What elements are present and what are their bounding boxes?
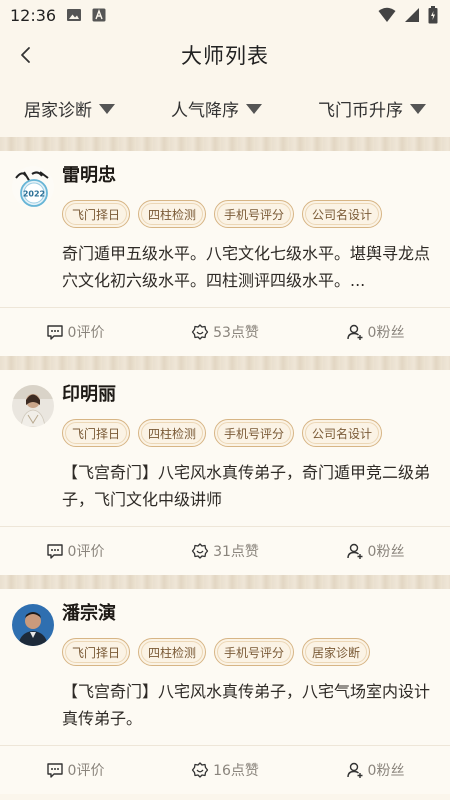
- service-tag: 公司名设计: [302, 419, 383, 447]
- triangle-down-icon: [99, 103, 115, 114]
- filter-label: 飞门币升序: [318, 101, 403, 121]
- fans-count: 0粉丝: [367, 325, 405, 341]
- fans-button[interactable]: 0粉丝: [300, 541, 450, 561]
- service-tags: 飞门择日 四柱检测 手机号评分 公司名设计: [62, 419, 438, 447]
- fans-button[interactable]: 0粉丝: [300, 760, 450, 780]
- likes-button[interactable]: 53点赞: [150, 322, 300, 342]
- master-name: 雷明忠: [62, 165, 116, 186]
- page-title: 大师列表: [181, 44, 269, 68]
- service-tag: 手机号评分: [214, 200, 295, 228]
- signal-icon: [405, 8, 419, 22]
- filter-label: 人气降序: [171, 101, 239, 121]
- service-tag: 四柱检测: [138, 200, 207, 228]
- likes-count: 16点赞: [213, 763, 259, 779]
- service-tag: 手机号评分: [214, 638, 295, 666]
- text-notification-icon: [92, 8, 106, 22]
- status-time: 12:36: [10, 5, 57, 25]
- stats-row: 0评价 53点赞 0粉丝: [0, 307, 450, 356]
- master-card[interactable]: 印明丽 飞门择日 四柱检测 手机号评分 公司名设计 【飞宫奇门】八宅风水真传弟子…: [0, 370, 450, 575]
- service-tag: 四柱检测: [138, 419, 207, 447]
- likes-button[interactable]: 16点赞: [150, 760, 300, 780]
- filter-popularity-dropdown[interactable]: 人气降序: [171, 96, 262, 121]
- master-description: 【飞宫奇门】八宅风水真传弟子，八宅气场室内设计真传弟子。: [62, 682, 431, 728]
- card-divider: [0, 575, 450, 589]
- reviews-button[interactable]: 0评价: [0, 760, 150, 780]
- avatar: [12, 385, 54, 427]
- service-tag: 手机号评分: [214, 419, 295, 447]
- reviews-count: 0评价: [67, 544, 105, 560]
- card-divider: [0, 137, 450, 151]
- master-description: 【飞宫奇门】八宅风水真传弟子，奇门遁甲竞二级弟子，飞门文化中级讲师: [62, 463, 431, 509]
- image-notification-icon: [67, 9, 82, 21]
- like-badge-icon: [191, 762, 209, 778]
- service-tags: 飞门择日 四柱检测 手机号评分 居家诊断: [62, 638, 438, 666]
- service-tag: 飞门择日: [62, 419, 131, 447]
- master-name: 印明丽: [62, 384, 116, 405]
- like-badge-icon: [191, 324, 209, 340]
- comment-icon: [46, 325, 63, 340]
- likes-count: 31点赞: [213, 544, 259, 560]
- stats-row: 0评价 16点赞 0粉丝: [0, 745, 450, 794]
- status-bar: 12:36: [0, 0, 450, 30]
- service-tag: 公司名设计: [302, 200, 383, 228]
- battery-icon: [428, 6, 438, 24]
- service-tag: 居家诊断: [302, 638, 371, 666]
- triangle-down-icon: [410, 103, 426, 114]
- fans-count: 0粉丝: [367, 763, 405, 779]
- back-button[interactable]: [14, 42, 40, 68]
- user-icon: [346, 543, 363, 559]
- reviews-count: 0评价: [67, 325, 105, 341]
- filter-price-dropdown[interactable]: 飞门币升序: [318, 96, 426, 121]
- like-badge-icon: [191, 543, 209, 559]
- service-tag: 飞门择日: [62, 200, 131, 228]
- app-header: 大师列表: [0, 30, 450, 80]
- wifi-icon: [378, 7, 396, 22]
- master-card[interactable]: 2022 雷明忠 飞门择日 四柱检测 手机号评分 公司名设计 奇门遁甲五级水平。…: [0, 151, 450, 356]
- service-tag: 四柱检测: [138, 638, 207, 666]
- avatar: [12, 604, 54, 646]
- triangle-down-icon: [246, 103, 262, 114]
- reviews-button[interactable]: 0评价: [0, 541, 150, 561]
- reviews-count: 0评价: [67, 763, 105, 779]
- likes-count: 53点赞: [213, 325, 259, 341]
- stats-row: 0评价 31点赞 0粉丝: [0, 526, 450, 575]
- likes-button[interactable]: 31点赞: [150, 541, 300, 561]
- reviews-button[interactable]: 0评价: [0, 322, 150, 342]
- comment-icon: [46, 544, 63, 559]
- master-name: 潘宗演: [62, 603, 116, 624]
- master-card[interactable]: 潘宗演 飞门择日 四柱检测 手机号评分 居家诊断 【飞宫奇门】八宅风水真传弟子，…: [0, 589, 450, 794]
- user-icon: [346, 324, 363, 340]
- filter-bar: 居家诊断 人气降序 飞门币升序: [0, 80, 450, 137]
- fans-count: 0粉丝: [367, 544, 405, 560]
- avatar: 2022: [12, 166, 54, 208]
- comment-icon: [46, 763, 63, 778]
- fans-button[interactable]: 0粉丝: [300, 322, 450, 342]
- master-description: 奇门遁甲五级水平。八宅文化七级水平。堪舆寻龙点穴文化初六级水平。四柱测评四级水平…: [62, 244, 431, 290]
- filter-label: 居家诊断: [24, 101, 92, 121]
- card-divider: [0, 356, 450, 370]
- user-icon: [346, 762, 363, 778]
- filter-category-dropdown[interactable]: 居家诊断: [24, 96, 115, 121]
- chevron-left-icon: [21, 47, 30, 63]
- svg-text:2022: 2022: [23, 190, 45, 199]
- service-tag: 飞门择日: [62, 638, 131, 666]
- service-tags: 飞门择日 四柱检测 手机号评分 公司名设计: [62, 200, 438, 228]
